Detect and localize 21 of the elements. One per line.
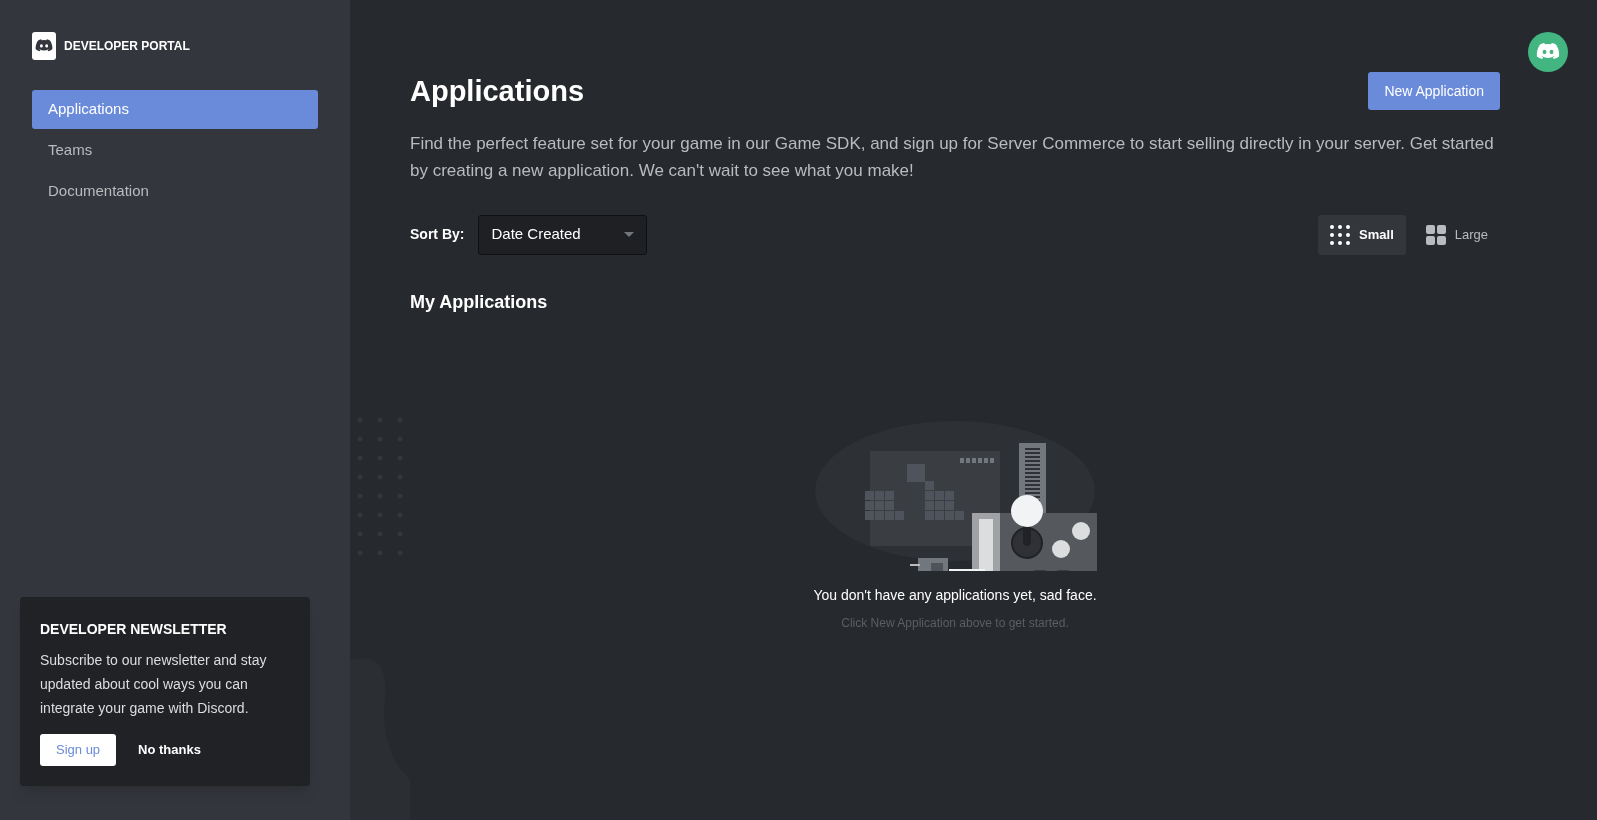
- sidebar-item[interactable]: Applications: [32, 90, 318, 129]
- caret-icon: [624, 232, 635, 237]
- sort-label: Sort By:: [410, 225, 465, 244]
- new-application-button[interactable]: New Application: [1368, 72, 1500, 110]
- empty-state-title: You don't have any applications yet, sad face.: [813, 585, 1097, 605]
- page-description: Find the perfect feature set for your game in our Game SDK, and sign up for Server Commerce to start selling directly in your server. Get started by creating a new application. We can't wait to see what you make!: [410, 132, 1495, 182]
- brand-title: DEVELOPER PORTAL: [64, 38, 190, 55]
- newsletter-title: DEVELOPER NEWSLETTER: [40, 620, 228, 639]
- no-thanks-button[interactable]: No thanks: [138, 740, 201, 760]
- section-title: My Applications: [410, 290, 549, 314]
- status-avatar-icon[interactable]: [1528, 32, 1568, 72]
- page-title: Applications: [410, 74, 584, 109]
- sidebar-item[interactable]: Teams: [32, 131, 318, 170]
- sidebar-item[interactable]: Documentation: [32, 172, 318, 211]
- view-toggle[interactable]: Large: [1413, 214, 1500, 255]
- dot-grid-icon: [1330, 224, 1351, 245]
- grid-icon: [1425, 224, 1446, 245]
- sign-up-button[interactable]: Sign up: [40, 734, 117, 766]
- view-toggle[interactable]: Small: [1318, 214, 1406, 255]
- newsletter-text: Subscribe to our newsletter and stay updated about cool ways you can integrate your game with Discord.: [40, 651, 268, 718]
- sort-dropdown[interactable]: Date Created: [478, 214, 648, 255]
